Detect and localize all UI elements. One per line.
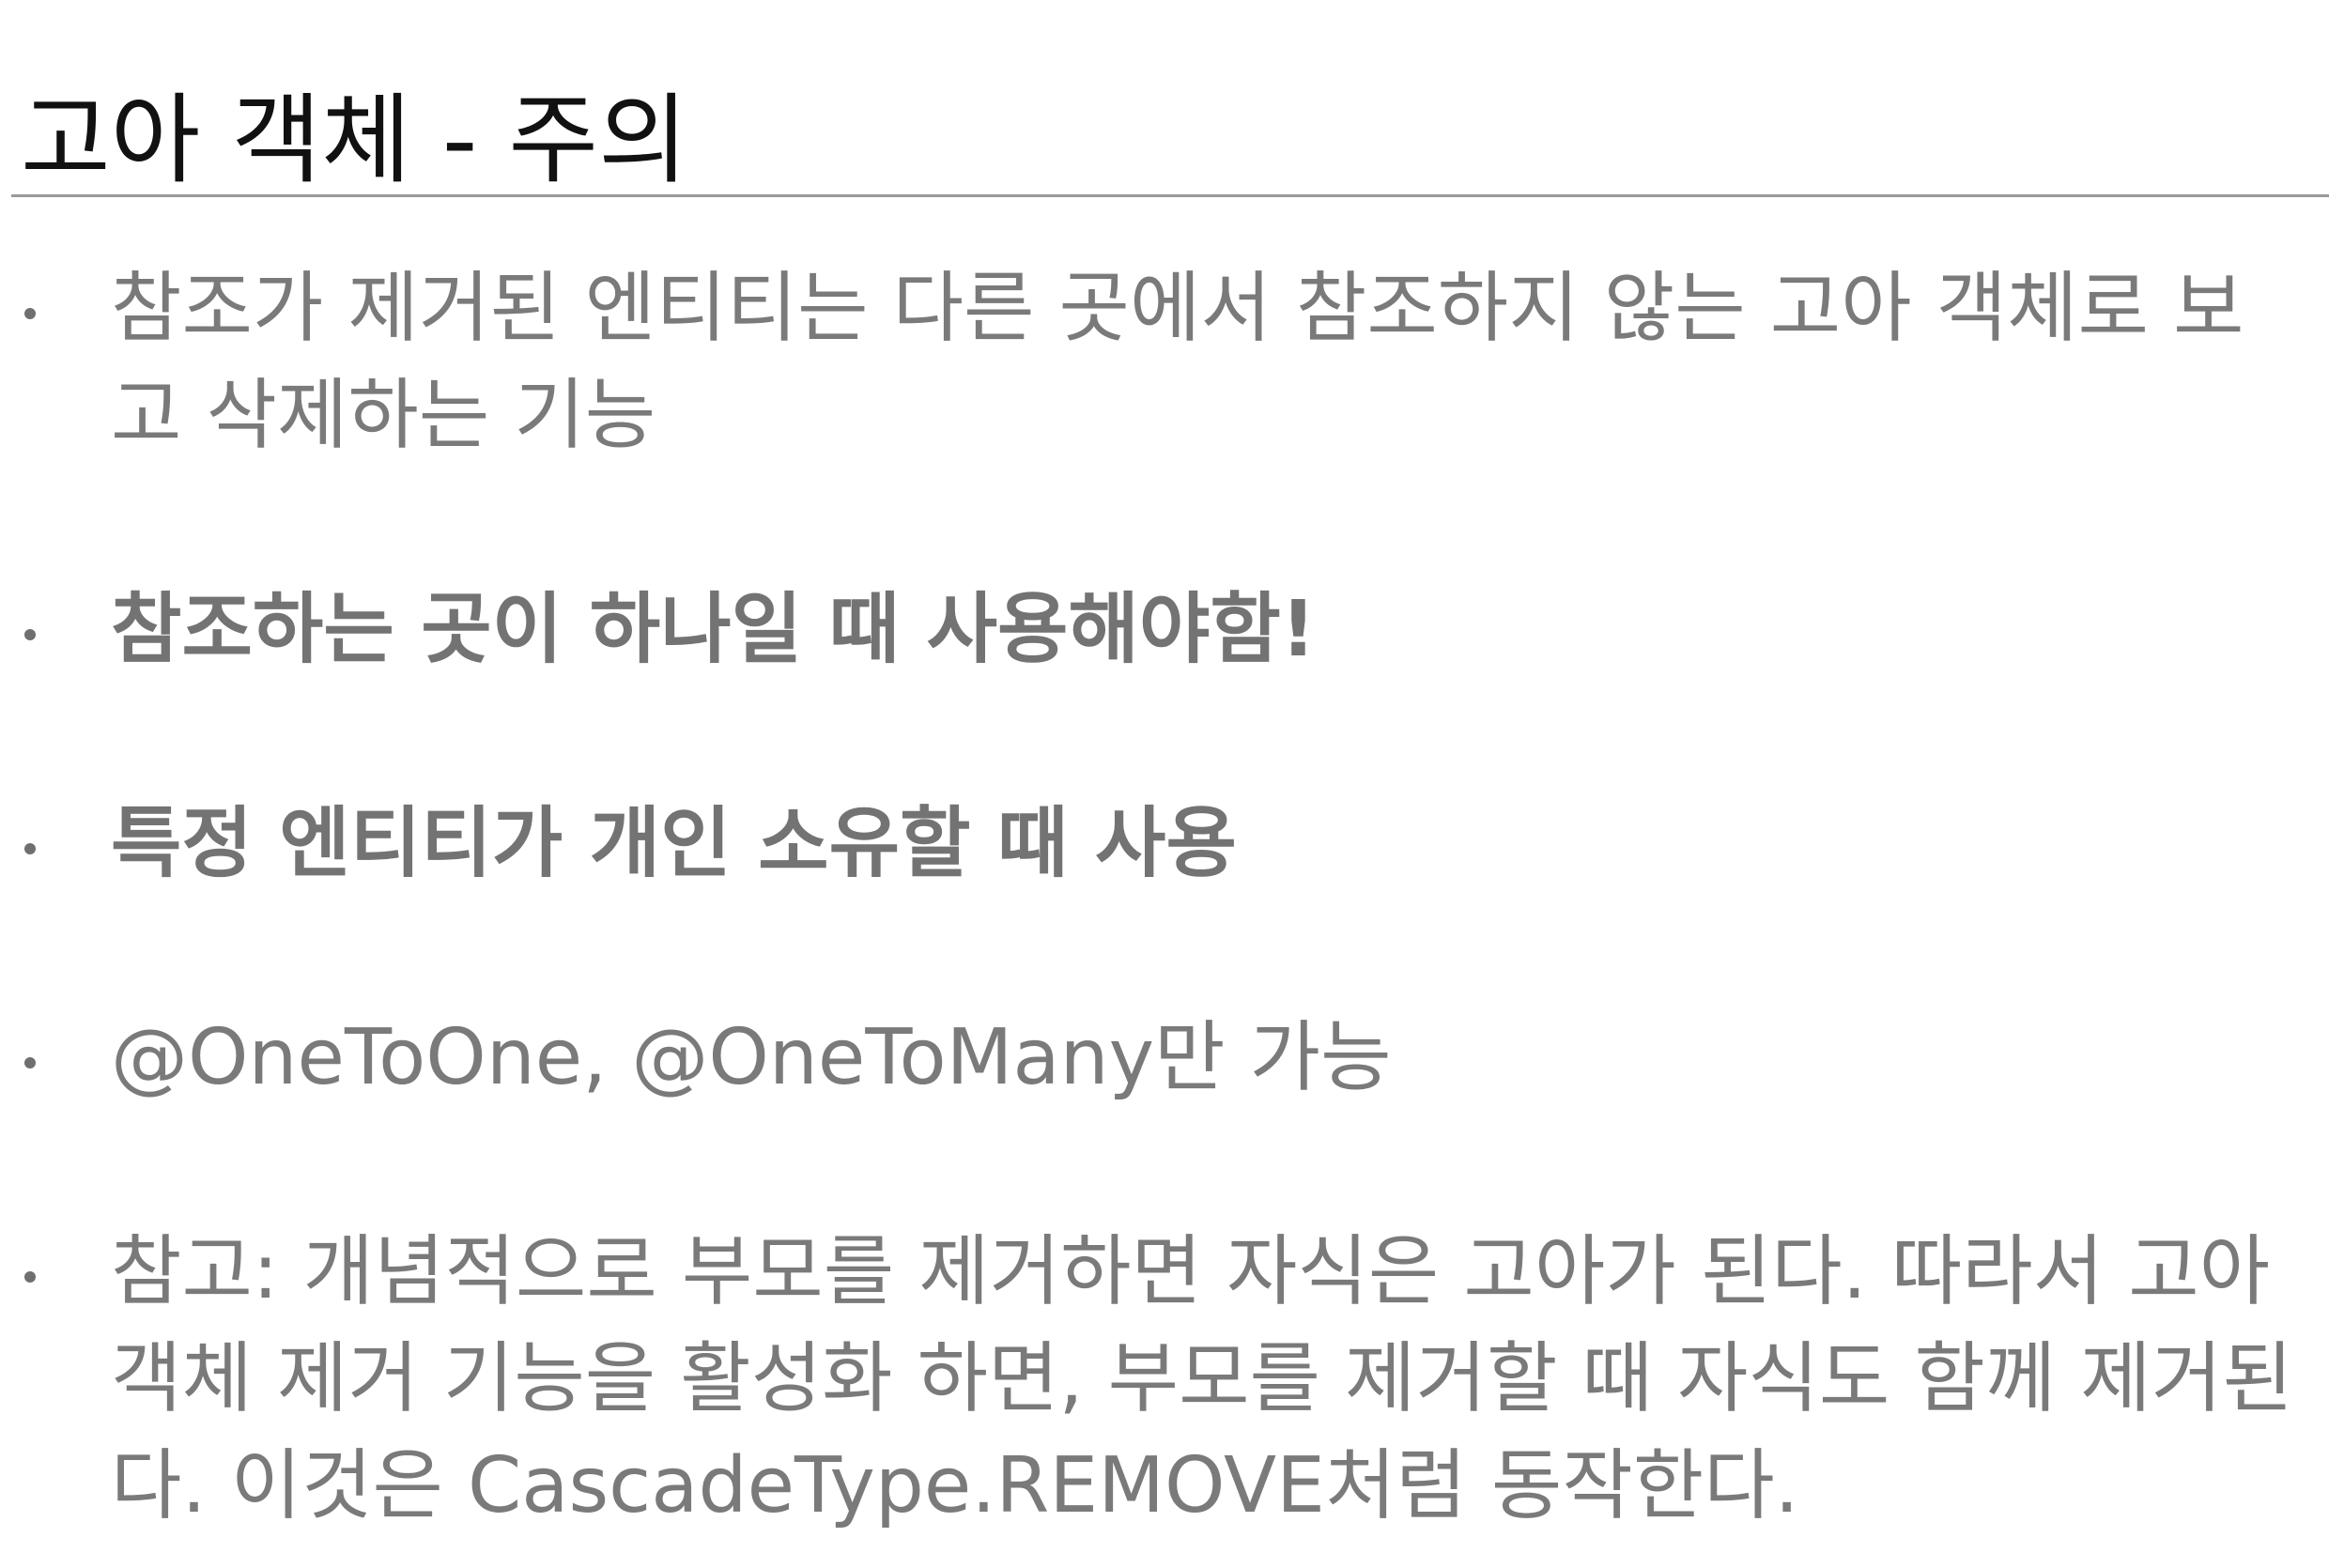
bullet-text: 참고: 개념적으로 부모를 제거하면 자식은 고아가 된다. 따라서 고아 객체… — [111, 1227, 2293, 1530]
bullet-text: 참조가 제거된 엔티티는 다른 곳에서 참조하지 않는 고아 객체로 보고 삭제… — [111, 264, 2244, 460]
bullet-item-single-reference: 참조하는 곳이 하나일 때 사용해야함! — [111, 576, 2299, 684]
bullet-dot — [24, 308, 36, 319]
bullet-item-private-ownership: 특정 엔티티가 개인 소유할 때 사용 — [111, 791, 2299, 898]
slide-title: 고아 객체 - 주의 — [21, 82, 688, 197]
title-divider — [11, 194, 2329, 197]
bullet-dot — [24, 843, 36, 854]
slide: 고아 객체 - 주의 참조가 제거된 엔티티는 다른 곳에서 참조하지 않는 고… — [0, 0, 2329, 1568]
bullet-dot — [24, 1271, 36, 1283]
bullet-dot — [24, 1057, 36, 1068]
bullet-text: 특정 엔티티가 개인 소유할 때 사용 — [111, 799, 1237, 888]
bullet-item-definition: 참조가 제거된 엔티티는 다른 곳에서 참조하지 않는 고아 객체로 보고 삭제… — [111, 255, 2299, 469]
bullet-dot — [24, 629, 36, 640]
bullet-item-note: 참고: 개념적으로 부모를 제거하면 자식은 고아가 된다. 따라서 고아 객체… — [111, 1219, 2299, 1540]
bullet-item-annotations: @OneToOne, @OneToMany만 가능 — [111, 1005, 2299, 1112]
bullet-text: @OneToOne, @OneToMany만 가능 — [111, 1013, 1392, 1102]
bullet-text: 참조하는 곳이 하나일 때 사용해야함! — [111, 585, 1317, 674]
